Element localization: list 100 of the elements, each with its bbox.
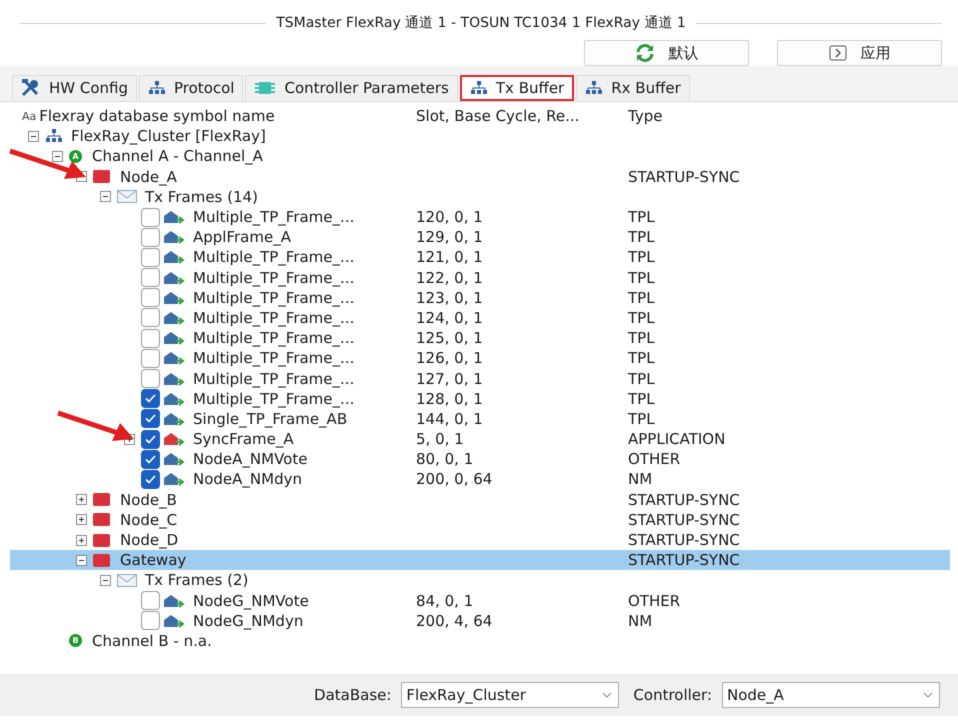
tree-item-label[interactable]: Channel A - Channel_A [92,147,263,166]
type-text: TPL [628,248,655,266]
column-header[interactable]: Slot, Base Cycle, Re... [416,107,580,126]
tab[interactable]: Rx Buffer [576,75,690,100]
type-text: TPL [628,390,655,408]
checkbox[interactable] [141,470,160,489]
slot-text: 124, 0, 1 [416,308,483,327]
expand-icon[interactable] [76,514,87,526]
type-text: STARTUP-SYNC [628,168,740,186]
tree-item-label[interactable]: Single_TP_Frame_AB [193,410,348,428]
dropdown[interactable]: FlexRay_Cluster [401,682,620,708]
checkbox[interactable] [141,308,160,328]
checkbox[interactable] [141,268,160,288]
collapse-icon[interactable] [52,150,63,162]
tree-item-label[interactable]: NodeG_NMdyn [193,612,304,630]
node-icon [93,513,110,526]
slot-text: 123, 0, 1 [416,288,483,307]
type-text: TPL [628,228,655,246]
tab[interactable]: Controller Parameters [245,75,458,100]
tree-item-label[interactable]: ApplFrame_A [193,228,291,246]
tab[interactable]: HW Config [12,75,138,100]
envelope-icon [117,574,137,587]
type-text: OTHER [628,592,680,610]
collapse-icon[interactable] [100,574,111,586]
dropdown[interactable]: Node_A [722,682,940,708]
field-label: DataBase: [314,686,392,704]
tab[interactable]: Protocol [139,75,244,100]
tree-item-label[interactable]: Multiple_TP_Frame_... [193,370,354,388]
collapse-icon[interactable] [28,130,39,142]
type-text: TPL [628,329,655,348]
column-header[interactable]: Type [628,107,662,126]
checkbox[interactable] [141,369,160,388]
network-icon [45,129,63,144]
tree-item-label[interactable]: Multiple_TP_Frame_... [193,288,354,307]
tree-item-label[interactable]: Gateway [120,551,186,570]
tree-item-label[interactable]: Multiple_TP_Frame_... [193,390,354,408]
checkbox[interactable] [141,248,160,267]
field-label: Controller: [633,686,712,704]
type-text: TPL [628,370,655,388]
tree-item-label[interactable]: NodeA_NMdyn [193,470,302,488]
type-text: TPL [628,288,655,307]
checkbox[interactable] [141,348,160,368]
checkbox[interactable] [141,430,160,449]
expand-icon[interactable] [76,494,87,506]
tree-item-label[interactable]: Channel B - n.a. [92,632,212,650]
checkbox[interactable] [141,288,160,308]
tree-item-label[interactable]: Node_B [120,490,177,509]
tree-item-label[interactable]: Multiple_TP_Frame_... [193,208,354,226]
envelope-icon [117,190,137,204]
tree-item-label[interactable]: Node_C [120,510,178,529]
checkbox[interactable] [141,328,160,348]
node-icon [93,493,110,506]
tree-item-label[interactable]: NodeG_NMVote [193,592,309,610]
type-text: STARTUP-SYNC [628,531,740,550]
type-text: TPL [628,268,655,287]
expand-icon[interactable] [76,534,87,546]
collapse-icon[interactable] [100,191,111,202]
tree-item-label[interactable]: Node_D [120,531,178,550]
selected-row[interactable]: Gateway STARTUP-SYNC [10,550,950,570]
checkbox[interactable] [141,228,160,247]
window-title: TSMaster FlexRay 通道 1 - TOSUN TC1034 1 FlexRay 通道 1 [276,14,686,32]
collapse-icon[interactable] [76,554,87,566]
checkbox[interactable] [141,409,160,428]
column-header[interactable]: Flexray database symbol name [39,107,275,126]
caret-icon [923,692,933,698]
tools-icon [21,79,41,97]
tree-item-label[interactable]: Multiple_TP_Frame_... [193,308,354,327]
checkmark-icon [145,474,156,484]
tree-item-label[interactable]: Tx Frames (2) [145,571,248,590]
tree-item-label[interactable]: Node_A [120,168,177,186]
checkbox[interactable] [141,611,160,630]
slot-text: 84, 0, 1 [416,592,474,610]
checkbox[interactable] [141,208,160,227]
tree-item-label[interactable]: FlexRay_Cluster [FlexRay] [71,127,266,146]
checkbox[interactable] [141,591,160,610]
channel-badge: B [69,634,82,648]
tab[interactable]: Tx Buffer [460,75,574,101]
network-icon [585,81,604,95]
tree-item-label[interactable]: Tx Frames (14) [145,188,258,206]
type-text: OTHER [628,450,680,468]
slot-text: 120, 0, 1 [416,208,483,226]
checkbox[interactable] [141,389,160,408]
type-text: TPL [628,208,655,226]
slot-text: 121, 0, 1 [416,248,483,266]
type-text: STARTUP-SYNC [628,490,740,509]
tree-item-label[interactable]: NodeA_NMVote [193,450,308,468]
type-text: TPL [628,308,655,327]
apply-button[interactable]: 应用 [777,40,942,66]
tree-item-label[interactable]: Multiple_TP_Frame_... [193,349,354,368]
slot-text: 5, 0, 1 [416,430,464,448]
tree-item-label[interactable]: Multiple_TP_Frame_... [193,329,354,348]
network-icon [148,81,166,95]
tree-item-label[interactable]: Multiple_TP_Frame_... [193,248,354,266]
tree-item-label[interactable]: SyncFrame_A [193,430,294,448]
checkbox[interactable] [141,450,160,469]
node-icon [93,170,110,184]
slot-text: 127, 0, 1 [416,370,483,388]
network-icon [470,81,488,95]
reset-button[interactable]: 默认 [584,40,749,66]
tree-item-label[interactable]: Multiple_TP_Frame_... [193,268,354,287]
